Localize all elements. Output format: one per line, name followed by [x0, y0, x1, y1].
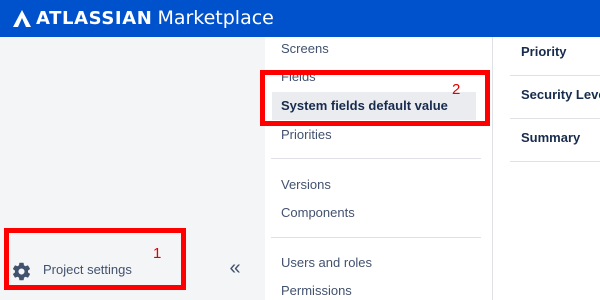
nav-item-users-and-roles[interactable]: Users and roles — [281, 255, 372, 270]
annotation-number: 1 — [153, 245, 162, 262]
nav-item-components[interactable]: Components — [281, 205, 355, 220]
annotation-number: 2 — [452, 81, 461, 98]
brand-product: Marketplace — [157, 7, 274, 29]
double-chevron-left-icon[interactable]: « — [224, 255, 246, 281]
top-bar: ATLASSIAN Marketplace — [0, 0, 600, 37]
nav-item-priorities[interactable]: Priorities — [281, 127, 332, 142]
atlassian-logo-icon — [13, 10, 31, 27]
annotation-box-system-fields — [260, 70, 490, 126]
field-row[interactable]: Security Level — [510, 75, 600, 118]
field-list: Priority Security Level Summary — [494, 37, 600, 300]
nav-item-screens[interactable]: Screens — [281, 41, 329, 56]
brand-title[interactable]: ATLASSIAN Marketplace — [36, 4, 274, 32]
brand-name: ATLASSIAN — [36, 8, 153, 29]
field-row-label: Priority — [521, 44, 567, 59]
nav-divider — [271, 158, 481, 159]
nav-item-versions[interactable]: Versions — [281, 177, 331, 192]
field-row-label: Summary — [521, 130, 581, 145]
field-row[interactable]: Priority — [510, 37, 600, 75]
nav-item-permissions[interactable]: Permissions — [281, 283, 352, 298]
field-row[interactable]: Summary — [510, 118, 600, 161]
field-row-label: Security Level — [521, 87, 600, 102]
row-divider — [510, 161, 600, 162]
nav-divider — [271, 237, 481, 238]
